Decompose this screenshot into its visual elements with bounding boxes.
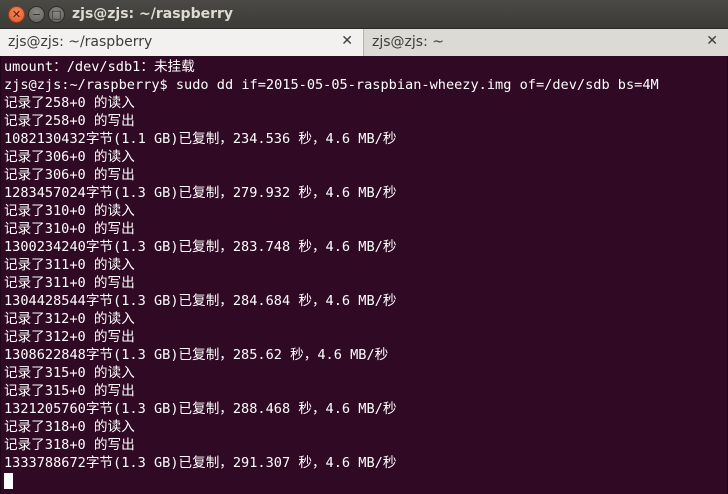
tab-home[interactable]: zjs@zjs: ~ ✕ bbox=[364, 29, 728, 56]
terminal-line: 记录了312+0 的写出 bbox=[4, 329, 135, 345]
terminal-line: 记录了312+0 的读入 bbox=[4, 311, 135, 327]
terminal-line: 记录了258+0 的读入 bbox=[4, 95, 135, 111]
terminal-line: 1082130432字节(1.1 GB)已复制，234.536 秒，4.6 MB… bbox=[4, 131, 397, 147]
minimize-icon: − bbox=[31, 8, 42, 21]
text-cursor bbox=[4, 473, 13, 489]
terminal-line: 记录了311+0 的写出 bbox=[4, 275, 135, 291]
window-border-left bbox=[0, 56, 1, 494]
tab-label: zjs@zjs: ~ bbox=[372, 34, 444, 50]
terminal-window: ✕ − □ zjs@zjs: ~/raspberry zjs@zjs: ~/ra… bbox=[0, 0, 728, 494]
window-maximize-button[interactable]: □ bbox=[48, 6, 65, 23]
window-close-button[interactable]: ✕ bbox=[8, 6, 25, 23]
terminal-line: zjs@zjs:~/raspberry$ sudo dd if=2015-05-… bbox=[4, 77, 659, 93]
terminal-line: 1308622848字节(1.3 GB)已复制，285.62 秒，4.6 MB/… bbox=[4, 347, 389, 363]
terminal-line: 记录了315+0 的读入 bbox=[4, 365, 135, 381]
terminal-line: 记录了310+0 的读入 bbox=[4, 203, 135, 219]
terminal-line: 1321205760字节(1.3 GB)已复制，288.468 秒，4.6 MB… bbox=[4, 401, 397, 417]
terminal-prompt-line[interactable] bbox=[4, 472, 728, 490]
terminal-line: 记录了315+0 的写出 bbox=[4, 383, 135, 399]
terminal-line: 1283457024字节(1.3 GB)已复制，279.932 秒，4.6 MB… bbox=[4, 185, 397, 201]
tab-raspberry[interactable]: zjs@zjs: ~/raspberry ✕ bbox=[0, 29, 364, 56]
tab-label: zjs@zjs: ~/raspberry bbox=[8, 34, 153, 50]
close-icon: ✕ bbox=[11, 8, 22, 21]
terminal-line: 1333788672字节(1.3 GB)已复制，291.307 秒，4.6 MB… bbox=[4, 455, 397, 471]
terminal-line: 记录了318+0 的读入 bbox=[4, 419, 135, 435]
terminal-line: 1300234240字节(1.3 GB)已复制，283.748 秒，4.6 MB… bbox=[4, 239, 397, 255]
title-bar[interactable]: ✕ − □ zjs@zjs: ~/raspberry bbox=[0, 0, 728, 29]
maximize-icon: □ bbox=[51, 8, 62, 21]
terminal-line: 记录了306+0 的读入 bbox=[4, 149, 135, 165]
tab-close-icon[interactable]: ✕ bbox=[341, 33, 353, 49]
window-title: zjs@zjs: ~/raspberry bbox=[72, 6, 234, 22]
terminal-line: 记录了310+0 的写出 bbox=[4, 221, 135, 237]
terminal-line: 记录了318+0 的写出 bbox=[4, 437, 135, 453]
window-minimize-button[interactable]: − bbox=[28, 6, 45, 23]
terminal-line: 记录了311+0 的读入 bbox=[4, 257, 135, 273]
tab-close-icon[interactable]: ✕ bbox=[706, 33, 718, 49]
terminal-output[interactable]: umount：/dev/sdb1：未挂载 zjs@zjs:~/raspberry… bbox=[0, 56, 728, 494]
tab-bar: zjs@zjs: ~/raspberry ✕ zjs@zjs: ~ ✕ bbox=[0, 29, 728, 56]
terminal-line: umount：/dev/sdb1：未挂载 bbox=[4, 59, 195, 75]
terminal-line: 记录了258+0 的写出 bbox=[4, 113, 135, 129]
terminal-line: 1304428544字节(1.3 GB)已复制，284.684 秒，4.6 MB… bbox=[4, 293, 397, 309]
terminal-line: 记录了306+0 的写出 bbox=[4, 167, 135, 183]
